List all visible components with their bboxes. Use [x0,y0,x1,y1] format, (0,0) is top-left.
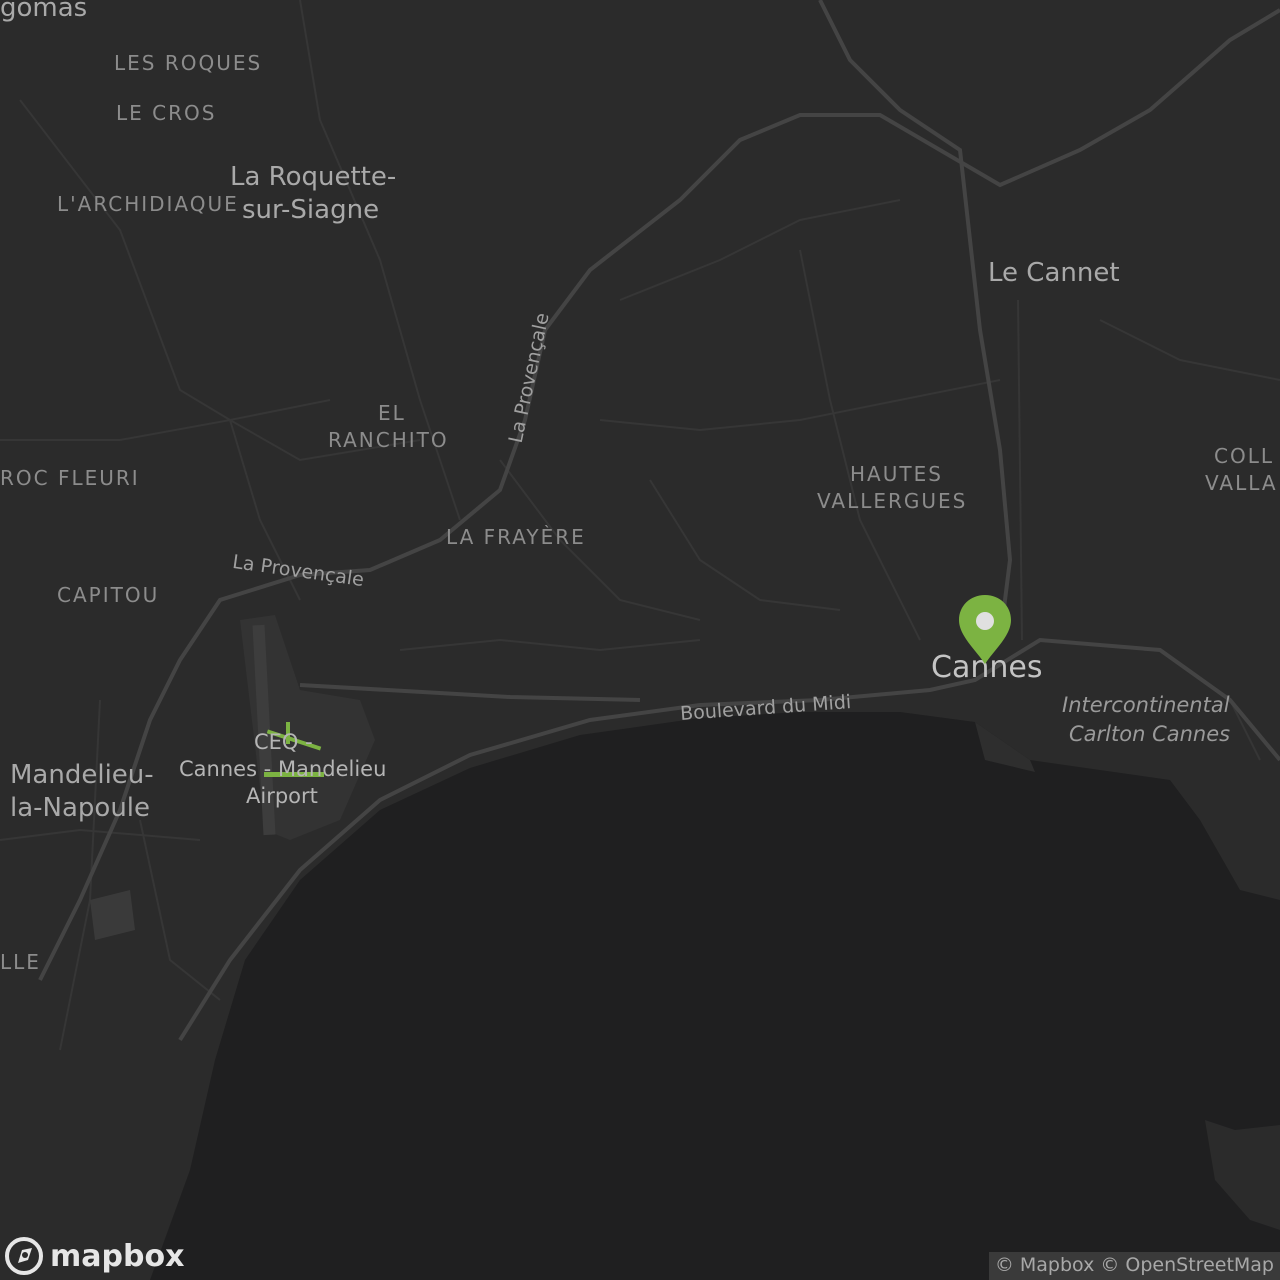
label-le-cros: LE CROS [116,101,217,125]
label-hautes: HAUTES [850,462,943,486]
label-roc-fleuri: ROC FLEURI [0,466,140,490]
attribution-osm-link[interactable]: © OpenStreetMap [1100,1254,1274,1276]
label-airport-2: Airport [246,784,318,808]
label-intercontinental-1: Intercontinental [1062,693,1230,717]
label-mandelieu-2: la-Napoule [10,793,151,823]
label-vallergues: VALLERGUES [817,489,968,513]
attribution-mapbox-link[interactable]: © Mapbox [995,1254,1094,1276]
attribution-bar: © Mapbox © OpenStreetMap [988,1252,1280,1280]
label-mandelieu-1: Mandelieu- [10,760,154,790]
label-la-roquette-2: sur-Siagne [242,195,380,225]
marker-dot-icon [976,612,994,630]
map-view[interactable]: gomas LES ROQUES LE CROS La Roquette- su… [0,0,1280,1280]
label-capitou: CAPITOU [57,583,160,607]
label-el: EL [378,401,406,425]
label-archidiaque: L'ARCHIDIAQUE [57,192,239,216]
label-valla: VALLA [1205,471,1278,495]
label-la-frayere: LA FRAYÈRE [446,525,586,549]
label-intercontinental-2: Carlton Cannes [1069,722,1231,746]
mapbox-compass-icon [5,1237,43,1275]
label-airport-code: CEQ - [254,730,313,754]
mapbox-logo[interactable]: mapbox [4,1236,184,1276]
label-lle: LLE [0,950,41,974]
location-marker[interactable] [956,592,1014,666]
label-gomas: gomas [0,0,88,23]
label-ranchito: RANCHITO [328,428,449,452]
label-coll: COLL [1214,444,1274,468]
label-le-cannet: Le Cannet [988,258,1120,288]
label-la-roquette-1: La Roquette- [230,162,397,192]
label-les-roques: LES ROQUES [114,51,263,75]
label-airport-1: Cannes - Mandelieu [179,757,387,781]
mapbox-logo-text: mapbox [50,1238,185,1274]
